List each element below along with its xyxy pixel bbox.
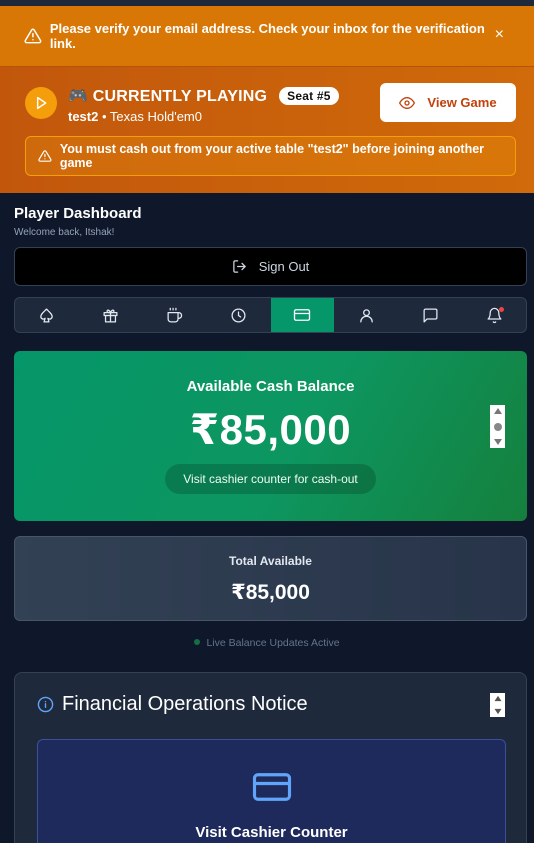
cashier-counter-box: Visit Cashier Counter — [37, 739, 506, 843]
scroll-up-icon[interactable] — [493, 407, 503, 415]
page-title: Player Dashboard — [14, 205, 142, 222]
tab-bonuses[interactable] — [79, 298, 143, 332]
total-available-label: Total Available — [229, 554, 312, 568]
seat-badge: Seat #5 — [279, 87, 339, 105]
cash-out-note: Visit cashier counter for cash-out — [165, 464, 376, 494]
live-dot — [194, 639, 201, 645]
cashier-counter-heading: Visit Cashier Counter — [195, 824, 348, 841]
cashout-warning-text: You must cash out from your active table… — [59, 142, 485, 170]
user-icon — [360, 308, 373, 323]
tab-balance[interactable] — [270, 298, 335, 332]
info-icon — [37, 696, 54, 713]
scrollbar[interactable] — [490, 405, 505, 448]
warning-icon — [38, 150, 52, 162]
currently-playing-title: 🎮 CURRENTLY PLAYING Seat #5 — [68, 86, 339, 106]
live-status: Live Balance Updates Active — [0, 637, 534, 649]
view-game-button[interactable]: View Game — [380, 83, 516, 122]
scroll-thumb[interactable] — [493, 422, 503, 432]
close-banner-button[interactable]: × — [495, 26, 504, 44]
scroll-down-icon[interactable] — [493, 438, 503, 446]
table-name: test2 — [68, 109, 99, 124]
eye-icon — [399, 96, 416, 109]
view-game-label: View Game — [427, 95, 497, 110]
tab-profile[interactable] — [334, 298, 398, 332]
game-type: • Texas Hold'em0 — [98, 109, 202, 124]
verify-email-banner: Please verify your email address. Check … — [0, 6, 534, 67]
tab-history[interactable] — [207, 298, 271, 332]
spade-icon — [40, 307, 54, 323]
financial-notice-card: Financial Operations Notice Visit Cashie… — [14, 672, 527, 843]
chat-icon — [423, 307, 438, 323]
notice-title: Financial Operations Notice — [37, 693, 308, 716]
verify-message: Please verify your email address. Check … — [49, 21, 485, 51]
notification-dot — [499, 307, 505, 312]
gift-icon — [103, 309, 118, 323]
notice-title-text: Financial Operations Notice — [62, 693, 308, 715]
total-available-card: Total Available ₹85,000 — [14, 536, 527, 621]
cash-balance-amount: ₹85,000 — [189, 406, 352, 453]
currently-playing-label: 🎮 CURRENTLY PLAYING — [68, 88, 268, 105]
warning-icon — [24, 28, 42, 44]
cashout-warning: You must cash out from your active table… — [25, 136, 516, 176]
scroll-down-icon[interactable] — [493, 708, 503, 715]
sign-out-icon — [232, 260, 246, 273]
play-icon[interactable] — [25, 87, 57, 119]
sign-out-button[interactable]: Sign Out — [14, 247, 527, 286]
welcome-text: Welcome back, Itshak! — [14, 227, 115, 238]
tab-chat[interactable] — [398, 298, 462, 332]
currently-playing-panel: 🎮 CURRENTLY PLAYING Seat #5 test2 • Texa… — [0, 67, 534, 193]
tab-notifications[interactable] — [462, 298, 526, 332]
dashboard-tabs — [14, 297, 527, 333]
tab-cafe[interactable] — [143, 298, 207, 332]
tab-games[interactable] — [15, 298, 79, 332]
cash-balance-card: Available Cash Balance ₹85,000 Visit cas… — [14, 351, 527, 521]
credit-card-icon — [252, 773, 292, 801]
credit-card-icon — [294, 309, 311, 321]
scroll-up-icon[interactable] — [493, 695, 503, 702]
coffee-icon — [167, 307, 183, 323]
live-status-text: Live Balance Updates Active — [206, 637, 340, 649]
sign-out-label: Sign Out — [258, 259, 310, 274]
total-available-amount: ₹85,000 — [231, 581, 310, 604]
cash-balance-label: Available Cash Balance — [186, 378, 355, 395]
table-info: test2 • Texas Hold'em0 — [68, 109, 202, 124]
scrollbar[interactable] — [490, 693, 505, 717]
clock-icon — [231, 307, 246, 323]
